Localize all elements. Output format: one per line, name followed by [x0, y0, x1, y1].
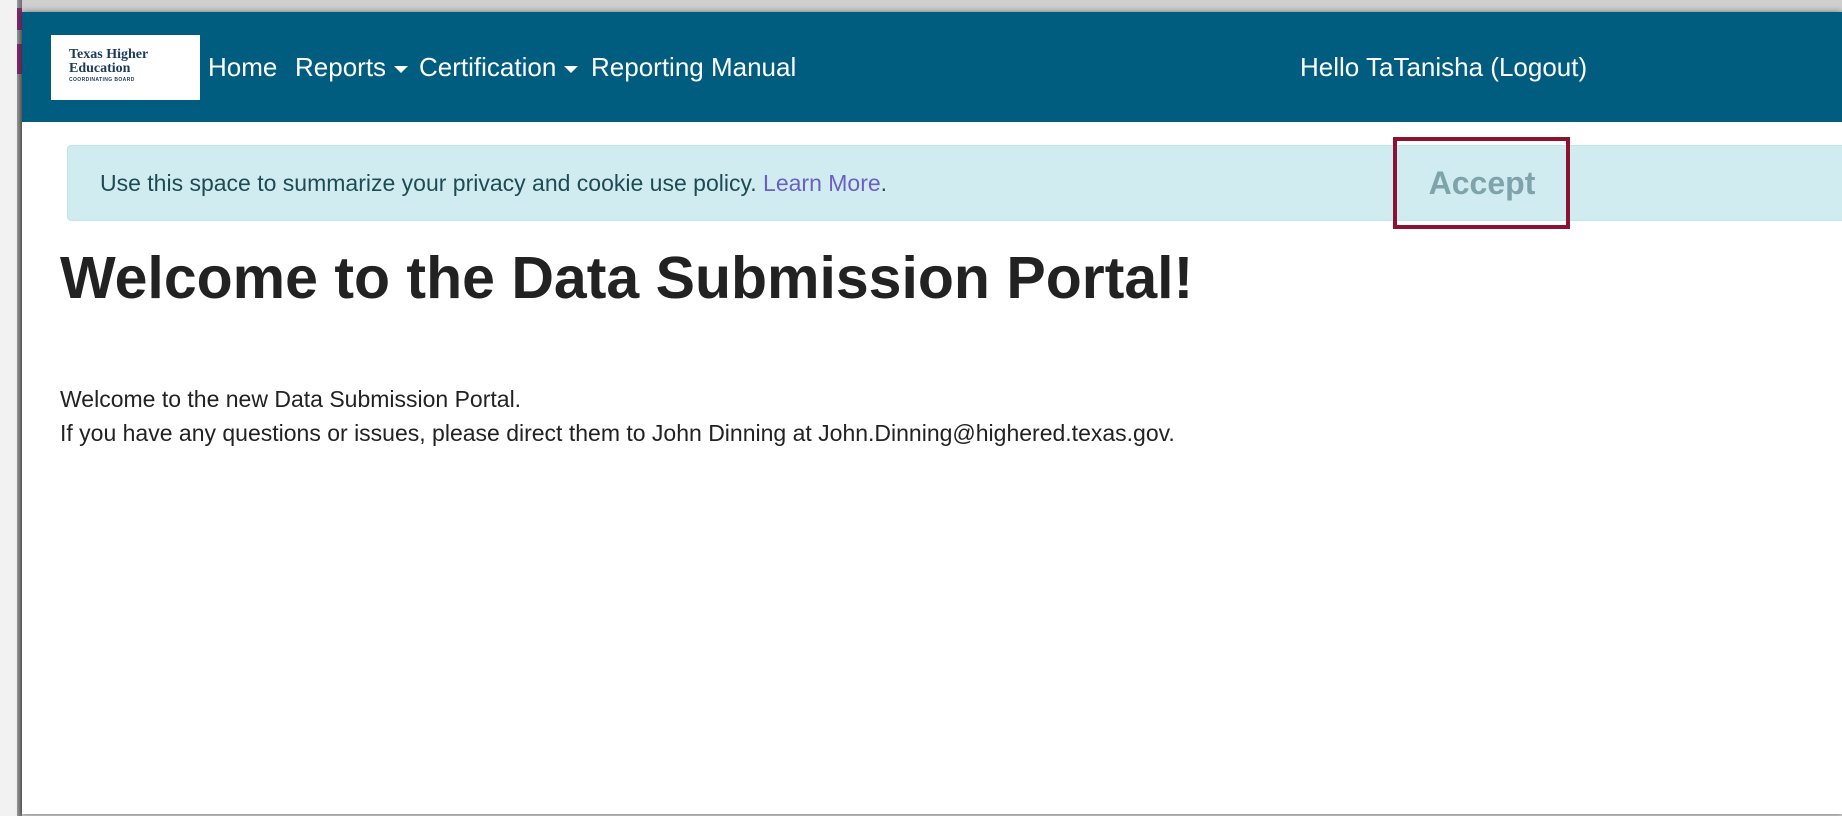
page-title: Welcome to the Data Submission Portal!: [60, 245, 1194, 311]
cookie-message-text: Use this space to summarize your privacy…: [100, 170, 757, 196]
logo-line-2: Education: [69, 61, 131, 76]
user-greeting-logout[interactable]: Hello TaTanisha (Logout): [1300, 12, 1587, 122]
nav-home-link[interactable]: Home: [208, 12, 277, 122]
logo-line-1: Texas Higher: [69, 47, 149, 62]
browser-viewport: Texas Higher Education COORDINATING BOAR…: [22, 12, 1842, 814]
welcome-line-2: If you have any questions or issues, ple…: [60, 420, 1175, 446]
window-edge: [0, 0, 22, 816]
cookie-consent-banner: Use this space to summarize your privacy…: [67, 145, 1842, 221]
nav-reports-label: Reports: [295, 52, 387, 82]
caret-down-icon: [564, 65, 579, 73]
nav-certification-dropdown[interactable]: Certification: [419, 12, 579, 122]
caret-down-icon: [394, 65, 409, 73]
welcome-line-1: Welcome to the new Data Submission Porta…: [60, 386, 522, 412]
nav-reports-dropdown[interactable]: Reports: [295, 12, 409, 122]
welcome-message: Welcome to the new Data Submission Porta…: [60, 382, 1175, 450]
nav-certification-label: Certification: [419, 52, 557, 82]
nav-reporting-manual-link[interactable]: Reporting Manual: [591, 12, 796, 122]
cookie-message-period: .: [880, 170, 888, 196]
logo-line-3: COORDINATING BOARD: [69, 77, 135, 83]
accept-button[interactable]: Accept: [1402, 146, 1562, 220]
thecb-logo[interactable]: Texas Higher Education COORDINATING BOAR…: [51, 35, 200, 100]
learn-more-link[interactable]: Learn More: [763, 170, 881, 196]
cookie-message: Use this space to summarize your privacy…: [100, 146, 887, 220]
top-navbar: Texas Higher Education COORDINATING BOAR…: [22, 12, 1842, 122]
